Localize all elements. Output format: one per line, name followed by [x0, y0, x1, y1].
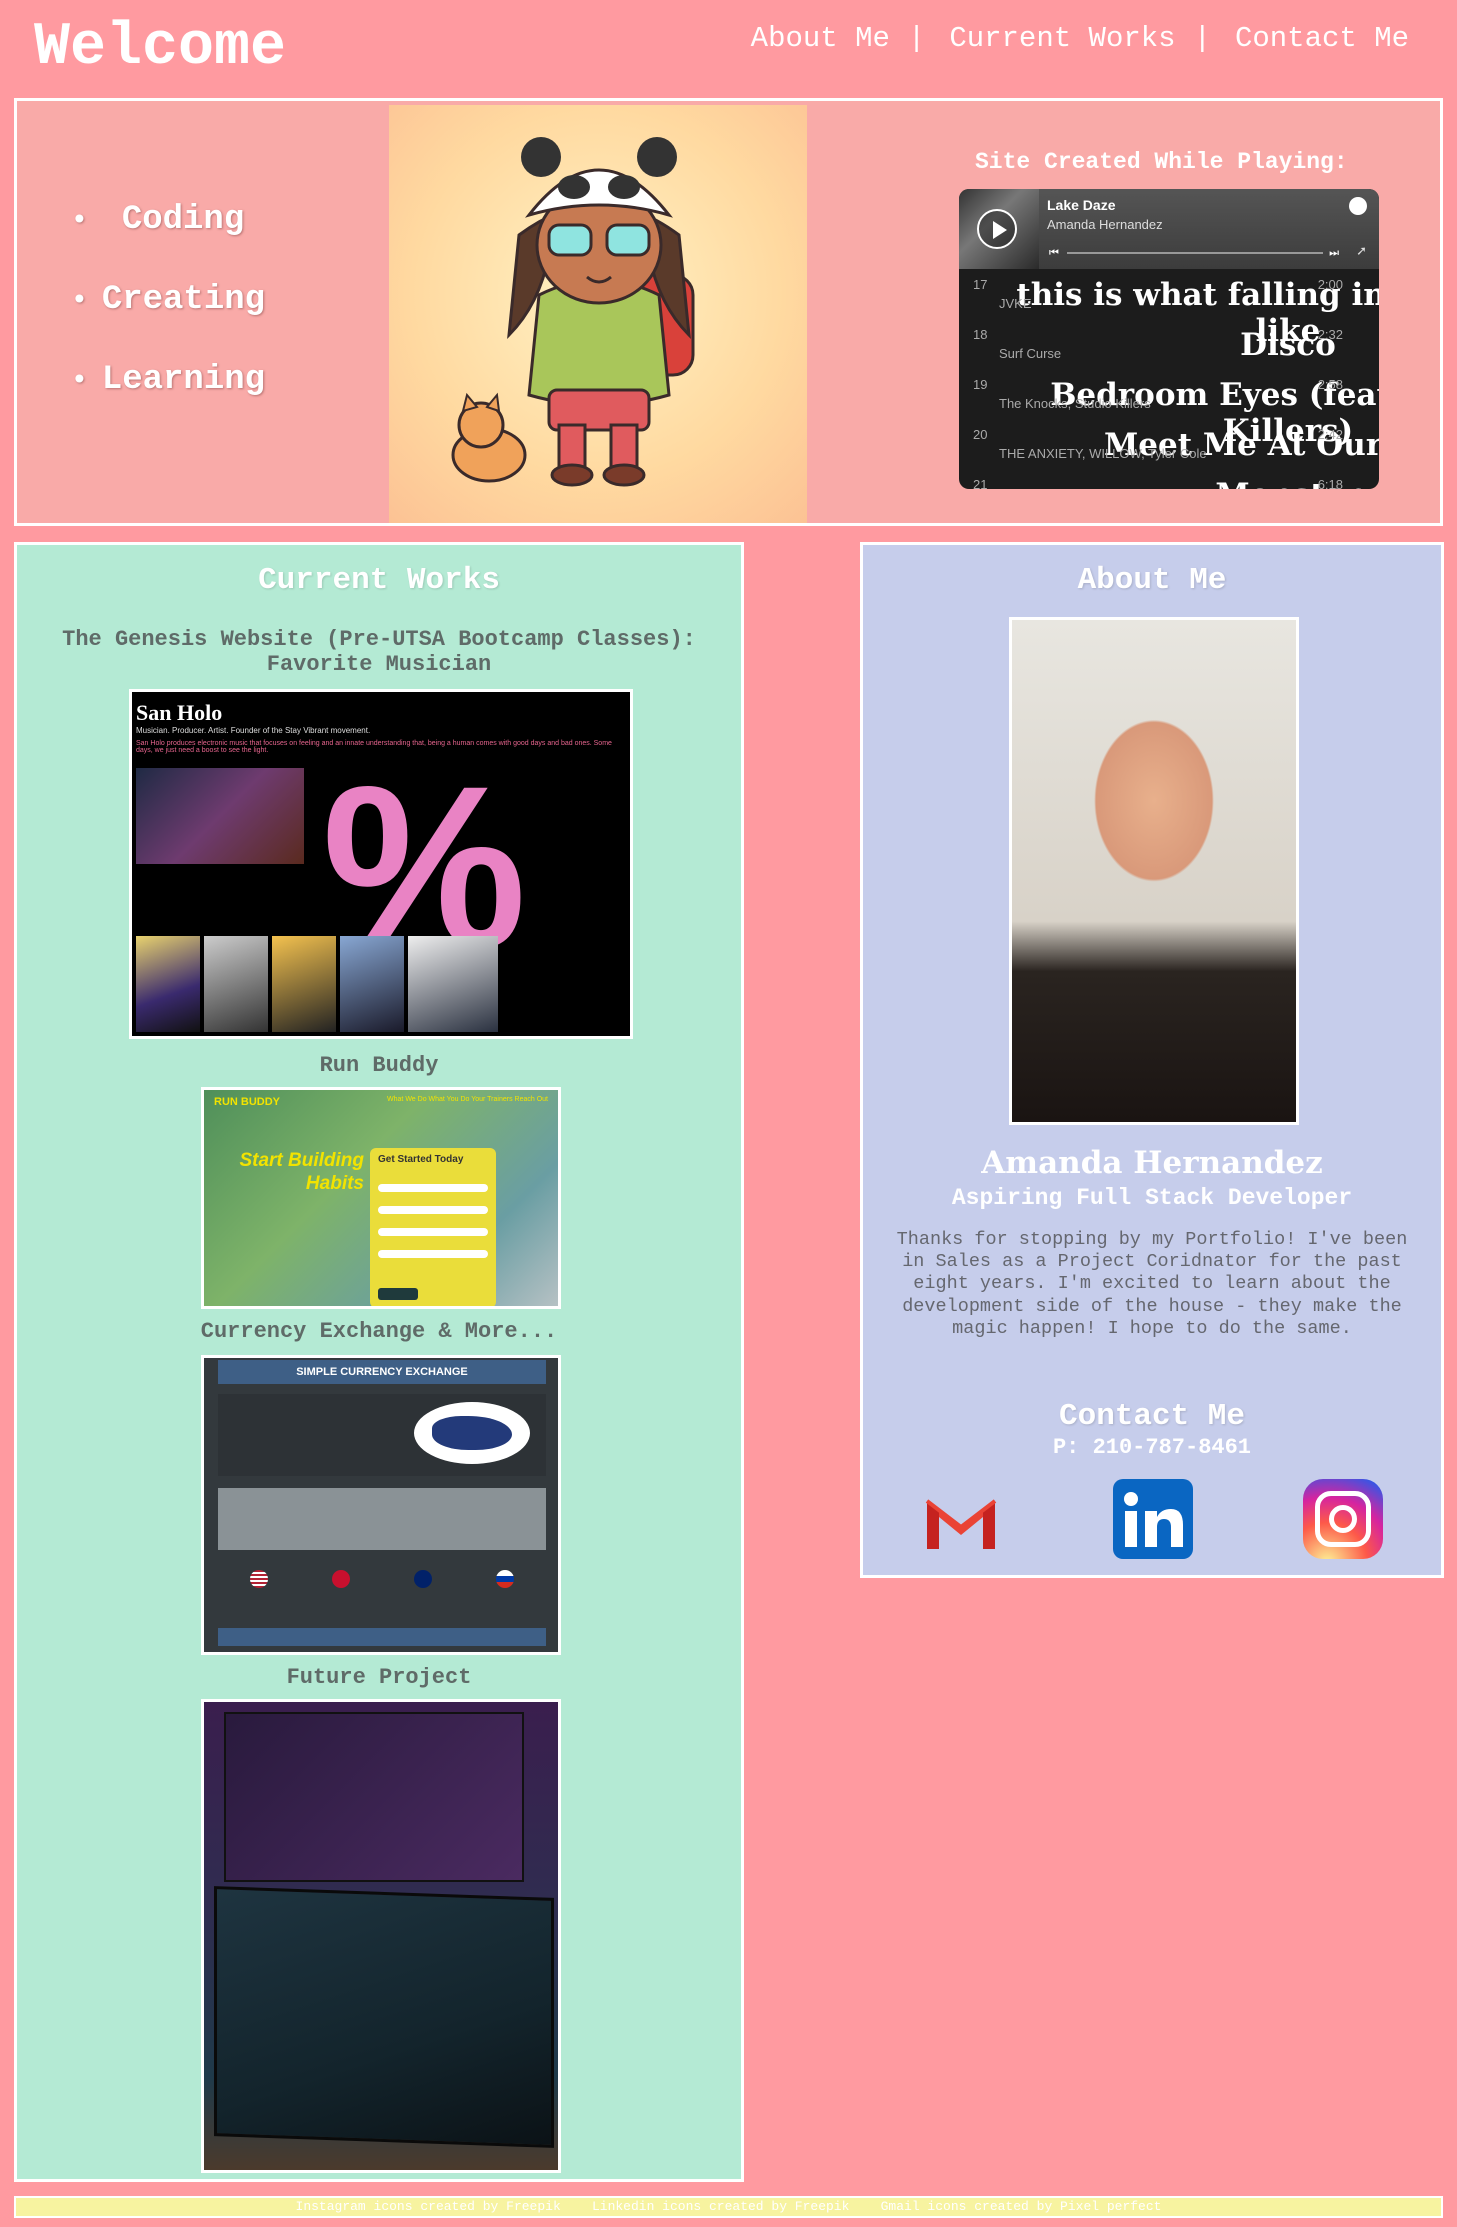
nav-current-works[interactable]: Current Works	[949, 22, 1175, 55]
track-list: 17 this is what falling in love feels li…	[959, 269, 1379, 489]
track-number: 18	[973, 327, 988, 342]
track-duration: 6:18	[1317, 477, 1343, 489]
project-title-currency: Currency Exchange & More...	[200, 1319, 558, 1344]
instagram-icon[interactable]	[1303, 1479, 1383, 1559]
gallery-photo	[408, 936, 498, 1032]
profile-bio: Thanks for stopping by my Portfolio! I'v…	[896, 1229, 1408, 1339]
track-artist: The Knocks, Studio Killers	[999, 396, 1151, 411]
hero-section: Coding Creating Learning	[14, 98, 1443, 526]
skills-list: Coding Creating Learning	[71, 201, 265, 441]
share-icon[interactable]: ➚	[1356, 243, 1367, 259]
future-project-photo[interactable]	[201, 1699, 561, 2173]
track-row[interactable]: 18 Disco Surf Curse 2:32	[959, 319, 1379, 369]
player-header: Lake Daze Amanda Hernandez ⏮ ⏭ ➚	[959, 189, 1379, 269]
sanholo-name: San Holo	[136, 700, 223, 725]
track-row[interactable]: 21 Monster 6:18	[959, 469, 1379, 489]
form-field	[378, 1206, 488, 1214]
skill-coding: Coding	[71, 201, 265, 239]
main-nav: About Me | Current Works | Contact Me	[751, 22, 1409, 55]
gallery-photo	[272, 936, 336, 1032]
track-duration: 2:58	[1317, 377, 1343, 392]
track-duration: 2:42	[1317, 427, 1343, 442]
play-button[interactable]	[977, 209, 1017, 249]
current-works-title: Current Works	[258, 563, 500, 598]
gallery-photo	[204, 936, 268, 1032]
panda-illustration	[389, 105, 807, 523]
track-row[interactable]: 17 this is what falling in love feels li…	[959, 269, 1379, 349]
video-embed	[136, 768, 304, 864]
track-number: 21	[973, 477, 988, 489]
form-field	[378, 1228, 488, 1236]
run-buddy-form-title: Get Started Today	[378, 1154, 464, 1165]
currency-exchange-screenshot[interactable]: SIMPLE CURRENCY EXCHANGE	[201, 1355, 561, 1655]
progress-controls: ⏮ ⏭	[1049, 247, 1339, 259]
previous-track-icon[interactable]: ⏮	[1049, 247, 1059, 260]
nav-about-me[interactable]: About Me	[751, 22, 890, 55]
playing-title: Site Created While Playing:	[975, 149, 1348, 175]
project-title-future: Future Project	[286, 1665, 472, 1690]
project-title-run-buddy: Run Buddy	[319, 1053, 439, 1078]
uk-flag-icon	[414, 1570, 432, 1588]
track-number: 20	[973, 427, 988, 442]
track-duration: 2:00	[1317, 277, 1343, 292]
track-row[interactable]: 20 Meet Me At Our Spot THE ANXIETY, WILL…	[959, 419, 1379, 469]
track-artist: Surf Curse	[999, 346, 1062, 361]
sanholo-subtitle: Musician. Producer. Artist. Founder of t…	[136, 726, 371, 735]
form-field	[378, 1184, 488, 1192]
currency-footer	[218, 1628, 546, 1646]
skill-learning: Learning	[71, 361, 265, 399]
spotify-player[interactable]: Lake Daze Amanda Hernandez ⏮ ⏭ ➚ 17 this…	[959, 189, 1379, 489]
about-me-title: About Me	[1077, 563, 1227, 598]
run-buddy-form: Get Started Today	[370, 1148, 496, 1306]
monitor-image	[224, 1712, 524, 1882]
russia-flag-icon	[496, 1570, 514, 1588]
track-artist: JVKE	[999, 296, 1032, 311]
run-buddy-logo: RUN BUDDY	[214, 1096, 280, 1108]
form-submit-button	[378, 1288, 418, 1300]
form-field	[378, 1250, 488, 1258]
track-duration: 2:32	[1317, 327, 1343, 342]
gallery-photo	[136, 936, 200, 1032]
about-me-section: About Me Amanda Hernandez Aspiring Full …	[860, 542, 1444, 1578]
track-number: 17	[973, 277, 988, 292]
nav-contact-me[interactable]: Contact Me	[1235, 22, 1409, 55]
weather-panel	[218, 1488, 546, 1550]
gmail-icon[interactable]	[921, 1485, 1001, 1565]
spotify-logo-icon[interactable]	[1349, 197, 1367, 215]
current-works-section: Current Works The Genesis Website (Pre-U…	[14, 542, 744, 2182]
run-buddy-nav: What We Do What You Do Your Trainers Rea…	[387, 1096, 548, 1103]
photo-gallery	[136, 936, 498, 1032]
site-title: Welcome	[34, 14, 287, 82]
track-artist: THE ANXIETY, WILLOW, Tyler Cole	[999, 446, 1207, 461]
nav-separator: |	[907, 22, 926, 55]
site-header: Welcome About Me | Current Works | Conta…	[0, 0, 1457, 96]
progress-bar[interactable]	[1067, 252, 1323, 254]
currency-panel	[218, 1394, 546, 1476]
track-row[interactable]: 19 Bedroom Eyes (feat. Studio Killers) T…	[959, 369, 1379, 449]
profile-photo	[1009, 617, 1299, 1125]
world-map-icon	[414, 1402, 530, 1464]
run-buddy-screenshot[interactable]: RUN BUDDY What We Do What You Do Your Tr…	[201, 1087, 561, 1309]
laptop-image	[214, 1886, 554, 2148]
phone-number: P: 210-787-8461	[1052, 1435, 1252, 1460]
us-flag-icon	[250, 1570, 268, 1588]
playlist-title[interactable]: Lake Daze	[1047, 197, 1115, 213]
skill-creating: Creating	[71, 281, 265, 319]
profile-role: Aspiring Full Stack Developer	[951, 1185, 1353, 1211]
genesis-website-screenshot[interactable]: San Holo Musician. Producer. Artist. Fou…	[129, 689, 633, 1039]
project-title-genesis: The Genesis Website (Pre-UTSA Bootcamp C…	[62, 627, 696, 677]
flag-row	[218, 1562, 546, 1622]
nav-separator: |	[1193, 22, 1211, 55]
playlist-owner[interactable]: Amanda Hernandez	[1047, 217, 1163, 232]
linkedin-icon[interactable]	[1113, 1479, 1193, 1559]
footer-credits: Instagram icons created by Freepik Linke…	[14, 2196, 1443, 2218]
canada-flag-icon	[332, 1570, 350, 1588]
next-track-icon[interactable]: ⏭	[1329, 247, 1339, 260]
contact-me-title: Contact Me	[1058, 1399, 1246, 1434]
profile-name: Amanda Hernandez	[981, 1145, 1323, 1181]
run-buddy-slogan: Start Building Habits	[239, 1150, 364, 1194]
currency-header: SIMPLE CURRENCY EXCHANGE	[218, 1360, 546, 1384]
track-number: 19	[973, 377, 988, 392]
gallery-photo	[340, 936, 404, 1032]
